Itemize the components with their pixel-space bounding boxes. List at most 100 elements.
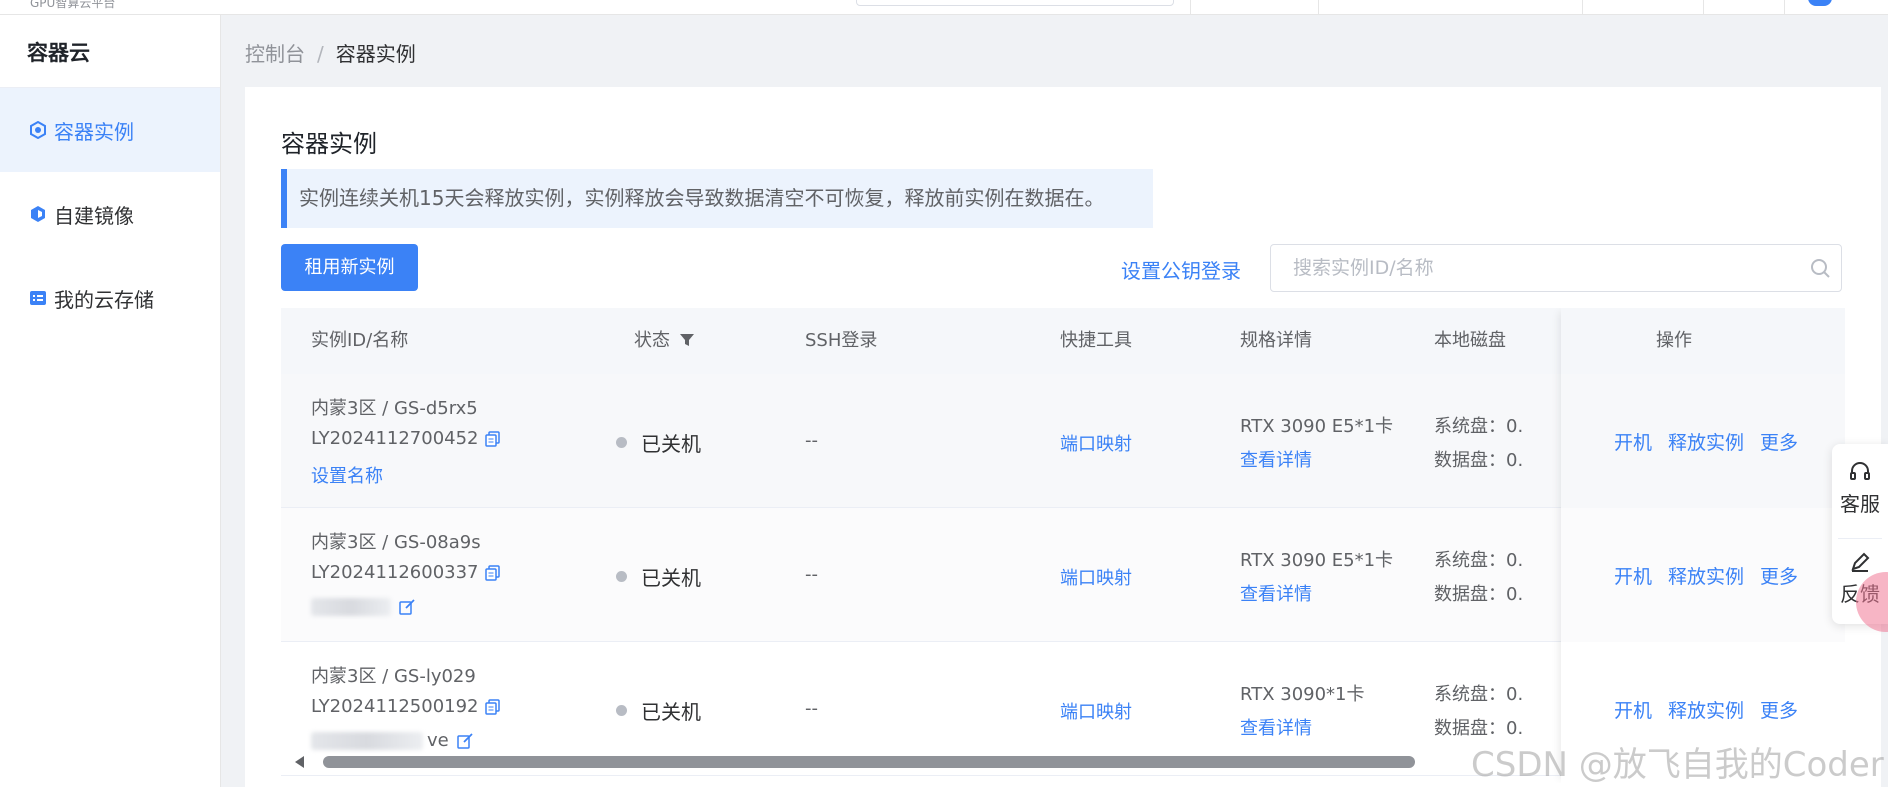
breadcrumb-current: 容器实例 <box>335 42 416 66</box>
instance-region: 内蒙3区 / GS-ly029 <box>311 666 476 687</box>
customer-service-label: 客服 <box>1840 492 1880 516</box>
global-search-input[interactable] <box>856 0 1174 6</box>
instances-table: 实例ID/名称 状态 SSH登录 快捷工具 规格详情 本地磁盘 操作 内蒙3区 … <box>281 308 1845 783</box>
filter-icon[interactable] <box>679 332 695 348</box>
col-header-ssh: SSH登录 <box>805 330 878 351</box>
instance-name-line <box>311 598 415 616</box>
col-header-ops: 操作 <box>1656 330 1692 351</box>
divider <box>1582 0 1583 15</box>
status-text: 已关机 <box>641 700 701 724</box>
release-instance-button[interactable]: 释放实例 <box>1668 562 1744 589</box>
ssh-value: -- <box>805 698 818 719</box>
release-instance-button[interactable]: 释放实例 <box>1668 696 1744 723</box>
instance-name: ve <box>427 730 449 751</box>
more-button[interactable]: 更多 <box>1760 696 1798 723</box>
system-disk: 系统盘：0. <box>1434 416 1524 437</box>
instance-region: 内蒙3区 / GS-08a9s <box>311 532 481 553</box>
instance-id-line: LY2024112600337 <box>311 562 501 583</box>
image-icon <box>28 204 48 224</box>
view-details-link[interactable]: 查看详情 <box>1240 446 1312 472</box>
power-on-button[interactable]: 开机 <box>1614 562 1652 589</box>
brand-text: GPU智算云平台 <box>30 0 116 10</box>
release-instance-button[interactable]: 释放实例 <box>1668 428 1744 455</box>
copy-icon[interactable] <box>484 430 501 447</box>
power-on-button[interactable]: 开机 <box>1614 428 1652 455</box>
status-text: 已关机 <box>641 432 701 456</box>
col-header-status[interactable]: 状态 <box>634 308 695 374</box>
scroll-left-arrow[interactable] <box>295 756 304 768</box>
status-badge: 已关机 <box>616 562 701 591</box>
status-dot <box>616 705 627 716</box>
divider <box>1838 538 1882 539</box>
edit-icon[interactable] <box>399 599 415 615</box>
row-actions: 开机 释放实例 更多 <box>1614 428 1798 455</box>
more-button[interactable]: 更多 <box>1760 562 1798 589</box>
port-mapping-link[interactable]: 端口映射 <box>1060 564 1132 590</box>
divider <box>1190 0 1191 15</box>
sidebar: 容器云 容器实例 自建镜像 我的云存储 <box>0 15 221 787</box>
edit-icon[interactable] <box>456 732 473 749</box>
power-on-button[interactable]: 开机 <box>1614 696 1652 723</box>
row-actions: 开机 释放实例 更多 <box>1614 562 1798 589</box>
sidebar-item-cloud-storage[interactable]: 我的云存储 <box>0 256 220 340</box>
search-input[interactable] <box>1271 245 1791 291</box>
sidebar-item-container-instances[interactable]: 容器实例 <box>0 88 220 172</box>
port-mapping-link[interactable]: 端口映射 <box>1060 698 1132 724</box>
col-header-disk: 本地磁盘 <box>1434 330 1506 351</box>
instance-id: LY2024112600337 <box>311 562 479 583</box>
col-header-id: 实例ID/名称 <box>311 330 409 351</box>
status-dot <box>616 571 627 582</box>
instance-id-line: LY2024112700452 <box>311 428 501 449</box>
top-bar: GPU智算云平台 <box>0 0 1888 15</box>
sidebar-item-label: 我的云存储 <box>54 287 154 312</box>
sidebar-item-label: 容器实例 <box>54 119 134 144</box>
more-button[interactable]: 更多 <box>1760 428 1798 455</box>
view-details-link[interactable]: 查看详情 <box>1240 580 1312 606</box>
instance-id: LY2024112700452 <box>311 428 479 449</box>
divider <box>1703 0 1704 15</box>
port-mapping-link[interactable]: 端口映射 <box>1060 430 1132 456</box>
avatar[interactable] <box>1808 0 1832 6</box>
view-details-link[interactable]: 查看详情 <box>1240 714 1312 740</box>
status-badge: 已关机 <box>616 696 701 725</box>
system-disk: 系统盘：0. <box>1434 550 1524 571</box>
new-instance-button[interactable]: 租用新实例 <box>281 244 418 291</box>
notice-banner: 实例连续关机15天会释放实例，实例释放会导致数据清空不可恢复，释放前实例在数据在… <box>281 169 1153 228</box>
copy-icon[interactable] <box>484 564 501 581</box>
instance-id: LY2024112500192 <box>311 696 479 717</box>
data-disk: 数据盘：0. <box>1434 584 1524 605</box>
status-dot <box>616 437 627 448</box>
spec-text: RTX 3090 E5*1卡 <box>1240 416 1394 437</box>
instance-region: 内蒙3区 / GS-d5rx5 <box>311 398 478 419</box>
status-text: 已关机 <box>641 566 701 590</box>
row-actions: 开机 释放实例 更多 <box>1614 696 1798 723</box>
breadcrumb-root[interactable]: 控制台 <box>245 42 305 66</box>
customer-service-button[interactable]: 客服 <box>1832 460 1888 517</box>
instance-search <box>1270 244 1842 292</box>
container-icon <box>28 120 48 140</box>
scroll-thumb[interactable] <box>323 756 1415 768</box>
sidebar-item-label: 自建镜像 <box>54 203 134 228</box>
ssh-value: -- <box>805 430 818 451</box>
pencil-icon <box>1851 552 1870 572</box>
col-header-tools: 快捷工具 <box>1060 330 1132 351</box>
spec-text: RTX 3090*1卡 <box>1240 684 1365 705</box>
sidebar-title: 容器云 <box>0 15 220 88</box>
watermark: CSDN @放飞自我的Coder <box>1471 745 1884 785</box>
breadcrumb-separator: / <box>317 42 324 66</box>
divider <box>1784 0 1785 15</box>
breadcrumb: 控制台 / 容器实例 <box>245 38 416 67</box>
sidebar-item-custom-images[interactable]: 自建镜像 <box>0 172 220 256</box>
instance-id-line: LY2024112500192 <box>311 696 501 717</box>
col-header-status-label: 状态 <box>634 330 670 351</box>
headset-icon <box>1850 462 1870 480</box>
main-card: 容器实例 实例连续关机15天会释放实例，实例释放会导致数据清空不可恢复，释放前实… <box>245 87 1881 787</box>
ops-column: 操作 开机 释放实例 更多 开机 释放实例 更多 开机 释放实例 更多 <box>1561 308 1845 783</box>
set-key-login-link[interactable]: 设置公钥登录 <box>1121 255 1241 284</box>
col-header-spec: 规格详情 <box>1240 330 1312 351</box>
set-name-link[interactable]: 设置名称 <box>311 462 383 488</box>
blurred-instance-name <box>311 598 391 616</box>
divider <box>1318 0 1319 15</box>
search-icon[interactable] <box>1809 257 1831 279</box>
copy-icon[interactable] <box>484 698 501 715</box>
